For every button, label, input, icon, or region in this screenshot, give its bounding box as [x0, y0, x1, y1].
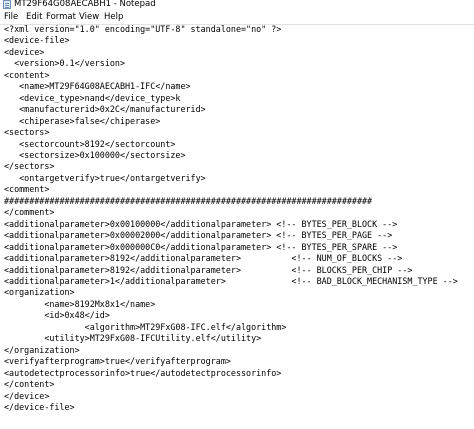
editor-text-content[interactable]: <?xml version="1.0" encoding="UTF-8" sta…	[4, 25, 458, 413]
notepad-app-icon	[3, 0, 11, 9]
notepad-window: MT29F64G08AECABH1 - Notepad File Edit Fo…	[0, 0, 474, 429]
menu-bar: File Edit Format View Help	[0, 10, 474, 24]
menu-view[interactable]: View	[79, 10, 99, 24]
window-title: MT29F64G08AECABH1 - Notepad	[14, 0, 156, 9]
menu-help[interactable]: Help	[104, 10, 123, 24]
menu-file[interactable]: File	[4, 10, 18, 24]
menu-edit[interactable]: Edit	[26, 10, 42, 24]
title-bar[interactable]: MT29F64G08AECABH1 - Notepad	[0, 0, 474, 10]
menu-format[interactable]: Format	[46, 10, 76, 24]
text-editor-area[interactable]: <?xml version="1.0" encoding="UTF-8" sta…	[0, 24, 474, 429]
